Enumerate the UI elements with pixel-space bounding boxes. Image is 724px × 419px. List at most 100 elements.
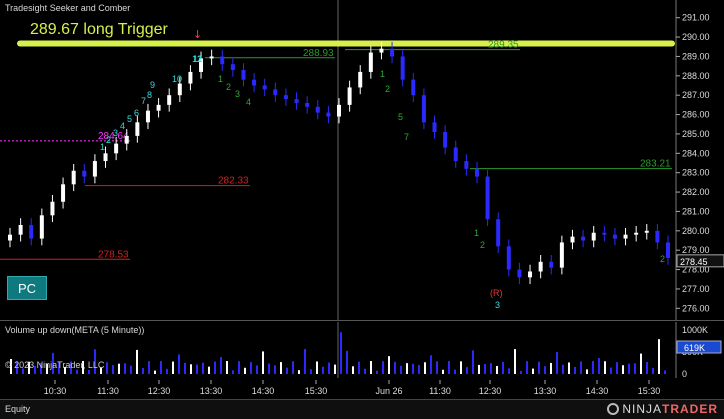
candle-body [103, 153, 108, 162]
volume-bar [550, 362, 552, 374]
panel-divider[interactable] [0, 320, 724, 321]
count-label: 7 [141, 96, 146, 106]
volume-bar [112, 365, 114, 374]
volume-bar [460, 361, 462, 374]
volume-bar [376, 370, 378, 374]
price-chart[interactable]: 291.00 290.00 289.00 288.00 287.00 286.00 285.… [0, 0, 724, 320]
volume-bar [346, 350, 348, 374]
count-label: 2 [385, 84, 390, 94]
pc-button[interactable]: PC [7, 276, 47, 300]
candle-body [400, 56, 405, 80]
candle-body [358, 71, 363, 88]
price-tick-label: 283.00 [682, 168, 710, 178]
candle-body [559, 242, 564, 268]
count-label: 2 [480, 240, 485, 250]
time-tick-label: 15:30 [638, 386, 661, 396]
volume-bar [652, 367, 654, 374]
volume-bar [388, 356, 390, 374]
candle-body [337, 104, 341, 117]
time-axis: 10:30 11:30 12:30 13:30 14:30 15:30 Jun 26 11:3… [44, 380, 661, 396]
price-tick-label: 281.00 [682, 206, 710, 216]
level-label: 283.21 [640, 159, 671, 170]
candle [453, 140, 458, 168]
volume-bar [184, 362, 186, 374]
volume-bar [502, 361, 504, 374]
volume-bar [172, 361, 174, 374]
candle-body [252, 79, 257, 86]
candle-body [506, 246, 511, 270]
candle [644, 224, 649, 240]
candle-body [82, 170, 87, 177]
volume-bar [88, 369, 90, 374]
candle [612, 227, 617, 246]
volume-bar [610, 367, 612, 374]
trigger-label: 289.67 long Trigger [30, 21, 168, 38]
volume-bar [574, 366, 576, 374]
volume-bar [442, 369, 444, 374]
volume-bar [226, 361, 228, 374]
volume-bar [436, 361, 438, 374]
candle [506, 239, 511, 277]
candle [39, 208, 44, 246]
candle [411, 72, 416, 102]
volume-bar [466, 367, 468, 374]
volume-bar [526, 361, 528, 374]
volume-bar [586, 369, 588, 374]
candle-body [485, 176, 490, 220]
candle [421, 88, 426, 130]
candle [230, 57, 235, 77]
candle [283, 88, 288, 106]
volume-bar [178, 354, 180, 374]
count-label: 8 [147, 90, 152, 100]
count-label: 3 [495, 300, 500, 310]
candle [29, 218, 34, 246]
candle-body [294, 99, 299, 103]
candle-body [8, 234, 12, 241]
volume-bar [322, 366, 324, 374]
candle [623, 227, 628, 246]
candle [591, 225, 596, 248]
candle-body [283, 95, 288, 100]
candle [666, 235, 670, 265]
volume-bar [106, 362, 108, 374]
candle [570, 229, 575, 250]
volume-bar [142, 368, 144, 374]
price-tick-label: 291.00 [682, 13, 710, 23]
equity-label: Equity [5, 404, 31, 414]
current-volume-text: 619K [684, 343, 705, 353]
ninjatrader-logo-icon [607, 403, 620, 415]
price-panel[interactable]: 291.00 290.00 289.00 288.00 287.00 286.00 285.… [0, 0, 724, 320]
time-tick-label: 15:30 [305, 386, 328, 396]
volume-bar [568, 362, 570, 374]
volume-title: Volume up down(META (5 Minute)) [5, 325, 145, 335]
candle [188, 65, 193, 91]
candle-body [623, 234, 628, 239]
candle-body [177, 83, 182, 96]
candle [581, 229, 586, 248]
volume-bar [76, 369, 78, 374]
candle-body [326, 112, 331, 117]
candle-body [50, 201, 55, 216]
candle-body [368, 52, 373, 72]
volume-bar [118, 363, 120, 374]
price-tick-label: 276.00 [682, 303, 710, 313]
candle [559, 235, 564, 275]
volume-bar [580, 361, 582, 374]
count-label: 6 [134, 108, 139, 118]
candle-body [241, 70, 246, 80]
candle [432, 115, 437, 139]
price-tick-label: 289.00 [682, 51, 710, 61]
candle-body [421, 95, 426, 123]
candle-body [305, 102, 310, 107]
candle [252, 72, 257, 93]
candle-body [602, 232, 607, 235]
count-label: 2 [660, 254, 665, 264]
candle [220, 49, 225, 71]
candle-body [156, 104, 161, 111]
candle-body [464, 161, 469, 169]
candle [400, 49, 405, 87]
candle-body [411, 79, 416, 96]
candle [209, 49, 214, 66]
volume-bar [544, 366, 546, 374]
time-tick-label: 12:30 [479, 386, 502, 396]
